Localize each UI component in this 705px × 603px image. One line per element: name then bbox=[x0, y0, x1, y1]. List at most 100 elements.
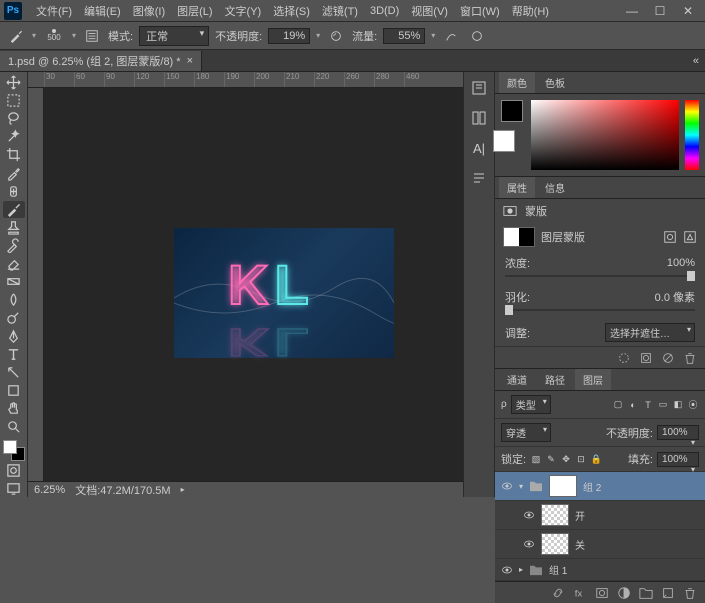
history-panel-icon[interactable] bbox=[469, 78, 489, 98]
history-brush-tool[interactable] bbox=[3, 237, 25, 254]
opacity-chevron-icon[interactable]: ▾ bbox=[316, 31, 320, 40]
vector-mask-icon[interactable] bbox=[683, 230, 697, 244]
mask-thumbnail[interactable] bbox=[503, 227, 535, 247]
close-button[interactable]: ✕ bbox=[681, 4, 695, 18]
marquee-tool[interactable] bbox=[3, 92, 25, 109]
layer-name[interactable]: 组 1 bbox=[549, 562, 567, 577]
new-layer-icon[interactable] bbox=[661, 586, 675, 600]
delete-mask-icon[interactable] bbox=[683, 351, 697, 365]
flow-input[interactable]: 55% bbox=[383, 28, 425, 44]
shape-tool[interactable] bbox=[3, 382, 25, 399]
flow-chevron-icon[interactable]: ▾ bbox=[431, 31, 435, 40]
filter-shape-icon[interactable]: ▭ bbox=[657, 399, 669, 411]
crop-tool[interactable] bbox=[3, 146, 25, 163]
layer-name[interactable]: 组 2 bbox=[583, 479, 601, 494]
layer-blend-select[interactable]: 穿透 bbox=[501, 423, 551, 442]
filter-smart-icon[interactable]: ◧ bbox=[672, 399, 684, 411]
gradient-tool[interactable] bbox=[3, 273, 25, 290]
status-chevron-icon[interactable]: ▸ bbox=[181, 485, 185, 494]
paths-tab[interactable]: 路径 bbox=[537, 369, 573, 390]
density-slider[interactable] bbox=[505, 275, 695, 277]
layer-row[interactable]: ▾ 组 2 bbox=[495, 472, 705, 501]
properties-tab[interactable]: 属性 bbox=[499, 177, 535, 198]
eraser-tool[interactable] bbox=[3, 255, 25, 272]
select-and-mask-button[interactable]: 选择并遮住… bbox=[605, 323, 695, 342]
layer-filter-select[interactable]: 类型 bbox=[511, 395, 551, 414]
screenmode-tool[interactable] bbox=[3, 480, 25, 497]
eyedropper-tool[interactable] bbox=[3, 165, 25, 182]
wand-tool[interactable] bbox=[3, 128, 25, 145]
layer-row[interactable]: 关 bbox=[495, 530, 705, 559]
layer-name[interactable]: 开 bbox=[575, 508, 585, 523]
menu-layer[interactable]: 图层(L) bbox=[171, 3, 218, 19]
dodge-tool[interactable] bbox=[3, 309, 25, 326]
menu-3d[interactable]: 3D(D) bbox=[364, 5, 405, 17]
move-tool[interactable] bbox=[3, 74, 25, 91]
menu-type[interactable]: 文字(Y) bbox=[219, 3, 268, 19]
visibility-icon[interactable] bbox=[523, 509, 535, 521]
disable-mask-icon[interactable] bbox=[661, 351, 675, 365]
layer-name[interactable]: 关 bbox=[575, 537, 585, 552]
channels-tab[interactable]: 通道 bbox=[499, 369, 535, 390]
menu-file[interactable]: 文件(F) bbox=[30, 3, 78, 19]
layer-opacity-input[interactable]: 100% bbox=[657, 425, 699, 440]
load-selection-icon[interactable] bbox=[617, 351, 631, 365]
tool-preset-chevron-icon[interactable]: ▾ bbox=[32, 31, 36, 40]
minimize-button[interactable]: — bbox=[625, 4, 639, 18]
zoom-tool[interactable] bbox=[3, 418, 25, 435]
char-panel-icon[interactable] bbox=[469, 108, 489, 128]
document-tab[interactable]: 1.psd @ 6.25% (组 2, 图层蒙版/8) * × bbox=[0, 51, 202, 71]
brush-panel-icon[interactable] bbox=[82, 26, 102, 46]
layer-thumb[interactable] bbox=[541, 504, 569, 526]
stamp-tool[interactable] bbox=[3, 219, 25, 236]
brush-tool-icon[interactable] bbox=[6, 26, 26, 46]
layer-row[interactable]: ▸ 组 1 bbox=[495, 559, 705, 581]
menu-image[interactable]: 图像(I) bbox=[127, 3, 171, 19]
type-tool[interactable] bbox=[3, 346, 25, 363]
swatches-tab[interactable]: 色板 bbox=[537, 72, 573, 93]
fx-icon[interactable]: fx bbox=[573, 586, 587, 600]
layer-row[interactable]: 开 bbox=[495, 501, 705, 530]
filter-toggle-icon[interactable]: ⦿ bbox=[687, 399, 699, 411]
canvas[interactable]: KL KL bbox=[44, 88, 463, 481]
pixel-mask-icon[interactable] bbox=[663, 230, 677, 244]
menu-select[interactable]: 选择(S) bbox=[267, 3, 316, 19]
menu-edit[interactable]: 编辑(E) bbox=[78, 3, 127, 19]
opacity-input[interactable]: 19% bbox=[268, 28, 310, 44]
layer-fill-input[interactable]: 100% bbox=[657, 452, 699, 467]
menu-help[interactable]: 帮助(H) bbox=[506, 3, 555, 19]
maximize-button[interactable]: ☐ bbox=[653, 4, 667, 18]
zoom-level[interactable]: 6.25% bbox=[34, 484, 65, 496]
type-panel-icon[interactable]: A| bbox=[469, 138, 489, 158]
background-swatch[interactable] bbox=[493, 130, 515, 152]
visibility-icon[interactable] bbox=[501, 564, 513, 576]
arrange-chevron-icon[interactable]: « bbox=[693, 55, 699, 67]
layer-thumb[interactable] bbox=[541, 533, 569, 555]
pen-tool[interactable] bbox=[3, 328, 25, 345]
foreground-swatch[interactable] bbox=[501, 100, 523, 122]
apply-mask-icon[interactable] bbox=[639, 351, 653, 365]
density-value[interactable]: 100% bbox=[667, 257, 695, 269]
brush-tool[interactable] bbox=[3, 201, 25, 218]
lock-all-icon[interactable]: 🔒 bbox=[590, 453, 602, 465]
lock-paint-icon[interactable]: ✎ bbox=[545, 453, 557, 465]
layers-tab[interactable]: 图层 bbox=[575, 369, 611, 390]
filter-type-icon[interactable]: T bbox=[642, 399, 654, 411]
airbrush-icon[interactable] bbox=[441, 26, 461, 46]
link-icon[interactable] bbox=[551, 586, 565, 600]
blur-tool[interactable] bbox=[3, 291, 25, 308]
visibility-icon[interactable] bbox=[523, 538, 535, 550]
brush-preview[interactable]: 500 bbox=[42, 24, 66, 48]
hue-slider[interactable] bbox=[685, 100, 699, 170]
heal-tool[interactable] bbox=[3, 183, 25, 200]
hand-tool[interactable] bbox=[3, 400, 25, 417]
path-tool[interactable] bbox=[3, 364, 25, 381]
brush-chevron-icon[interactable]: ▾ bbox=[72, 31, 76, 40]
mask-icon[interactable] bbox=[595, 586, 609, 600]
color-swatches[interactable] bbox=[3, 440, 25, 461]
color-tab[interactable]: 颜色 bbox=[499, 72, 535, 93]
visibility-icon[interactable] bbox=[501, 480, 513, 492]
info-tab[interactable]: 信息 bbox=[537, 177, 573, 198]
filter-adj-icon[interactable]: ◐ bbox=[627, 399, 639, 411]
blend-mode-select[interactable]: 正常 bbox=[139, 26, 209, 46]
